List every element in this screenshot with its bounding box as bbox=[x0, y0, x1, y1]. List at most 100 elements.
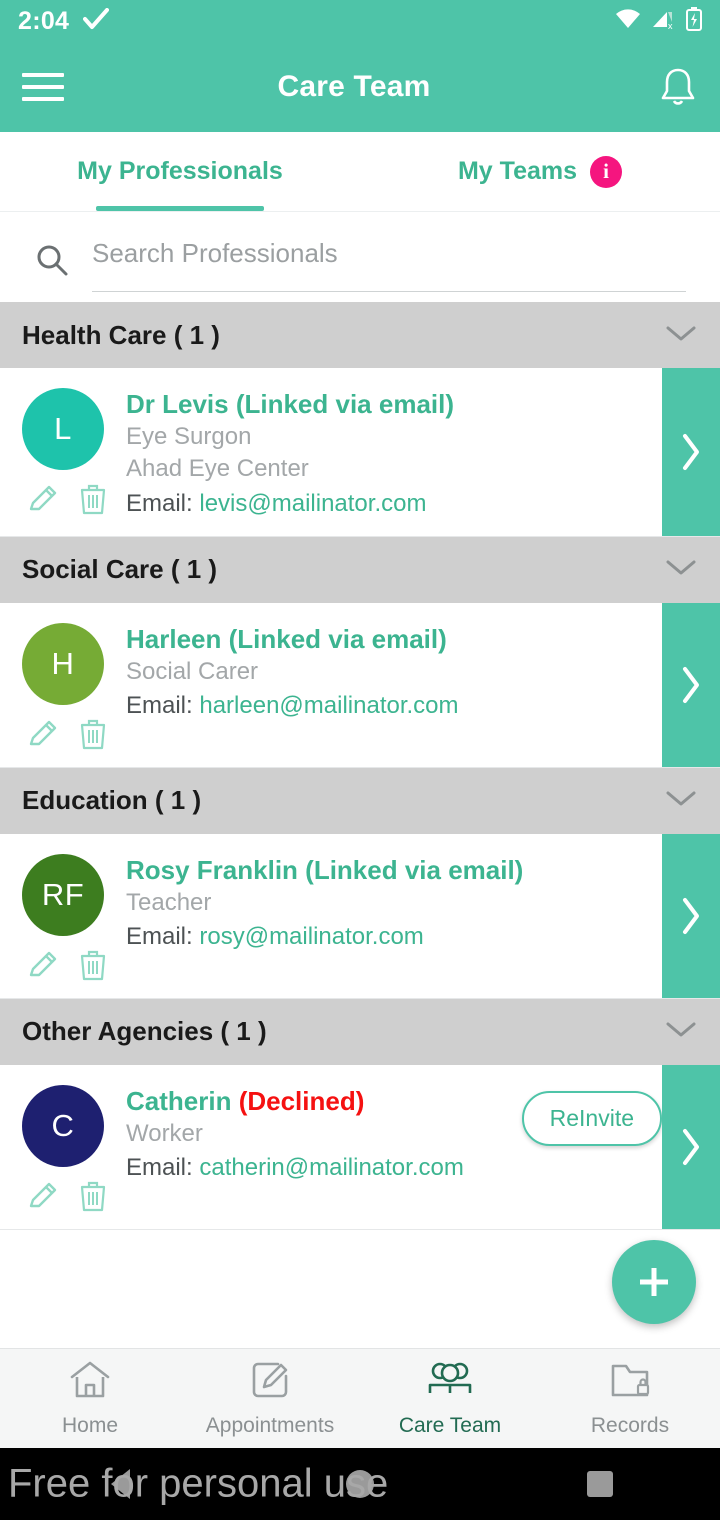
nav-item-home[interactable]: Home bbox=[0, 1349, 180, 1448]
section-header-other-agencies[interactable]: Other Agencies ( 1 ) bbox=[0, 998, 720, 1065]
chevron-right-icon[interactable] bbox=[662, 833, 720, 998]
email-label: Email: bbox=[126, 692, 200, 720]
chevron-down-icon[interactable] bbox=[664, 323, 698, 348]
card-actions bbox=[22, 948, 126, 982]
nav-item-care-team-label: Care Team bbox=[398, 1414, 502, 1437]
chevron-right-icon[interactable] bbox=[662, 1064, 720, 1229]
app-bar: Care Team bbox=[0, 42, 720, 132]
professional-role: Social Carer bbox=[126, 658, 259, 685]
professional-name-text: Catherin bbox=[126, 1085, 239, 1116]
email-address[interactable]: rosy@mailinator.com bbox=[199, 923, 423, 950]
nav-item-care-team[interactable]: Care Team bbox=[360, 1349, 540, 1448]
android-back-button[interactable] bbox=[0, 1469, 240, 1499]
reinvite-button[interactable]: ReInvite bbox=[521, 1090, 662, 1146]
professional-name: Dr Levis (Linked via email) bbox=[126, 388, 662, 421]
page-title: Care Team bbox=[277, 70, 431, 103]
professional-role: Teacher bbox=[126, 889, 212, 916]
professional-card[interactable]: L Dr Levis (Linked via email) Eye Surgon… bbox=[0, 368, 720, 537]
avatar: C bbox=[22, 1084, 104, 1167]
trash-delete-icon[interactable] bbox=[78, 482, 108, 516]
professional-name-text: Dr Levis (Linked via email) bbox=[126, 389, 455, 419]
professional-name: Rosy Franklin (Linked via email) bbox=[126, 854, 662, 887]
checkmark-icon bbox=[83, 8, 110, 34]
search-field-wrap bbox=[92, 238, 686, 292]
search-icon bbox=[34, 242, 70, 283]
section-header-health-care[interactable]: Health Care ( 1 ) bbox=[0, 302, 720, 368]
bell-icon[interactable] bbox=[654, 65, 698, 109]
section-header-social-care[interactable]: Social Care ( 1 ) bbox=[0, 536, 720, 603]
chevron-right-icon[interactable] bbox=[662, 602, 720, 767]
chevron-down-icon[interactable] bbox=[664, 788, 698, 813]
chevron-down-icon[interactable] bbox=[664, 557, 698, 582]
avatar: RF bbox=[22, 853, 104, 936]
tab-my-professionals[interactable]: My Professionals bbox=[0, 132, 360, 211]
recents-square-icon bbox=[587, 1471, 613, 1497]
pencil-edit-icon[interactable] bbox=[26, 717, 60, 751]
wifi-icon bbox=[614, 8, 642, 35]
section-title: Social Care ( 1 ) bbox=[22, 554, 218, 585]
card-body: Rosy Franklin (Linked via email) Teacher… bbox=[126, 854, 720, 982]
professional-name-text: Harleen (Linked via email) bbox=[126, 623, 447, 654]
cellular-no-sim-icon: x bbox=[651, 8, 677, 35]
pencil-edit-icon[interactable] bbox=[26, 482, 60, 516]
active-tab-indicator bbox=[96, 206, 264, 211]
back-triangle-icon bbox=[110, 1469, 130, 1499]
email-label: Email: bbox=[126, 1154, 200, 1182]
android-recents-button[interactable] bbox=[480, 1471, 720, 1497]
professional-email: Email: harleen@mailinator.com bbox=[126, 690, 662, 722]
nav-item-records[interactable]: Records bbox=[540, 1349, 720, 1448]
chevron-down-icon[interactable] bbox=[664, 1019, 698, 1044]
nav-item-appointments[interactable]: Appointments bbox=[180, 1349, 360, 1448]
search-input[interactable] bbox=[92, 238, 686, 269]
info-icon[interactable]: i bbox=[590, 155, 623, 188]
status-bar: 2:04 x bbox=[0, 0, 720, 42]
people-group-icon bbox=[425, 1359, 475, 1406]
nav-item-home-label: Home bbox=[61, 1414, 119, 1437]
chevron-right-icon[interactable] bbox=[662, 368, 720, 536]
svg-text:x: x bbox=[668, 21, 673, 30]
card-left-column: H bbox=[22, 622, 126, 751]
home-circle-icon bbox=[346, 1470, 374, 1498]
tab-bar: My Professionals My Teams i bbox=[0, 132, 720, 212]
trash-delete-icon[interactable] bbox=[78, 948, 108, 982]
card-actions bbox=[22, 717, 126, 751]
trash-delete-icon[interactable] bbox=[78, 717, 108, 751]
pencil-edit-icon[interactable] bbox=[26, 1179, 60, 1213]
card-left-column: C bbox=[22, 1084, 126, 1213]
add-professional-fab[interactable] bbox=[612, 1240, 696, 1324]
status-time: 2:04 bbox=[18, 6, 70, 35]
home-icon bbox=[67, 1359, 113, 1406]
section-title: Health Care ( 1 ) bbox=[22, 319, 220, 350]
professional-role: Eye Surgon bbox=[126, 423, 252, 451]
card-body: Dr Levis (Linked via email) Eye Surgon A… bbox=[126, 388, 720, 520]
tab-my-professionals-label: My Professionals bbox=[77, 157, 283, 185]
folder-lock-icon bbox=[607, 1359, 653, 1406]
search-bar bbox=[0, 212, 720, 302]
professional-organization: Ahad Eye Center bbox=[126, 455, 309, 483]
professional-card[interactable]: RF Rosy Franklin (Linked via email) Teac… bbox=[0, 833, 720, 999]
card-actions bbox=[22, 1179, 126, 1213]
section-header-education[interactable]: Education ( 1 ) bbox=[0, 767, 720, 834]
section-title: Education ( 1 ) bbox=[22, 785, 202, 816]
email-label: Email: bbox=[126, 923, 200, 951]
plus-icon bbox=[640, 1268, 668, 1296]
bottom-navigation: Home Appointments Care Team Records bbox=[0, 1348, 720, 1448]
professionals-list[interactable]: Health Care ( 1 ) L Dr Levis (Linked via… bbox=[0, 302, 720, 1348]
email-address[interactable]: harleen@mailinator.com bbox=[199, 692, 458, 719]
professional-card[interactable]: H Harleen (Linked via email) Social Care… bbox=[0, 602, 720, 768]
pencil-edit-icon[interactable] bbox=[26, 948, 60, 982]
card-left-column: RF bbox=[22, 853, 126, 982]
avatar: L bbox=[22, 388, 104, 470]
professional-email: Email: levis@mailinator.com bbox=[126, 488, 662, 520]
pencil-note-icon bbox=[248, 1359, 292, 1406]
professional-email: Email: catherin@mailinator.com bbox=[126, 1152, 662, 1184]
professional-card[interactable]: C Catherin (Declined) Worker Email: cath… bbox=[0, 1064, 720, 1230]
professional-name-text: Rosy Franklin (Linked via email) bbox=[126, 854, 524, 885]
card-actions bbox=[22, 482, 126, 516]
email-address[interactable]: levis@mailinator.com bbox=[199, 490, 426, 517]
status-badge: (Declined) bbox=[238, 1085, 365, 1116]
android-home-button[interactable] bbox=[240, 1470, 480, 1498]
trash-delete-icon[interactable] bbox=[78, 1179, 108, 1213]
tab-my-teams[interactable]: My Teams i bbox=[360, 132, 720, 211]
email-address[interactable]: catherin@mailinator.com bbox=[199, 1154, 463, 1181]
